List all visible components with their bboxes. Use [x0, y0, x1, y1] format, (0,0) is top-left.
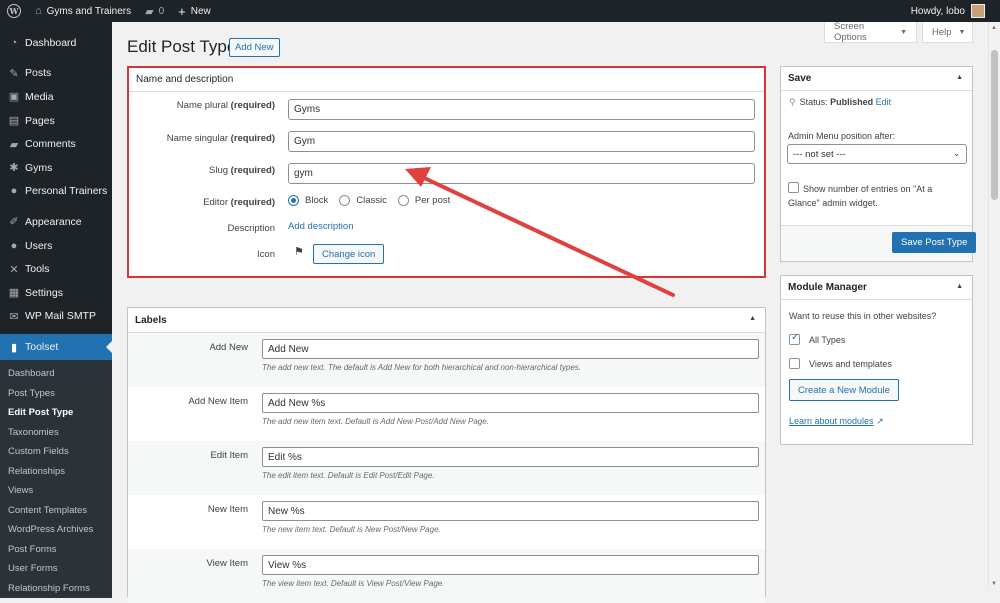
scroll-thumb[interactable] — [991, 50, 998, 200]
annotation-arrow — [405, 167, 675, 297]
arrow-head — [405, 167, 431, 187]
scroll-down-icon[interactable]: ▼ — [991, 581, 997, 587]
arrow-shaft — [418, 174, 675, 297]
page-scrollbar[interactable]: ▲ ▼ — [988, 22, 1000, 590]
scroll-up-icon[interactable]: ▲ — [991, 25, 997, 31]
